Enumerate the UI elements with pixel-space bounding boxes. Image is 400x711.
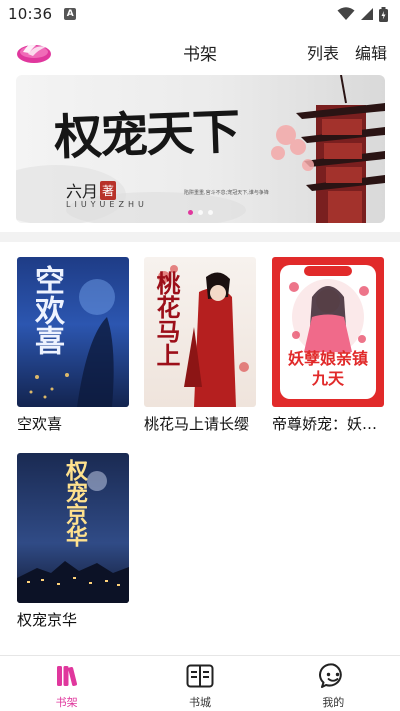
book-card[interactable]: 权宠京华 权宠京华 [17, 453, 129, 630]
status-time: 10:36 [8, 5, 53, 23]
profile-chat-icon [318, 661, 348, 691]
cover-title: 权宠京华 [62, 459, 88, 547]
status-bar: 10:36 A [0, 0, 400, 28]
book-card[interactable]: 妖孽娘亲镇九天 帝尊娇宠：妖孽娘亲镇九天 [272, 257, 384, 434]
nav-label: 我的 [322, 696, 345, 709]
book-cover[interactable]: 权宠京华 [17, 453, 129, 603]
section-divider [0, 232, 400, 242]
cover-title: 妖孽娘亲镇九天 [287, 349, 368, 388]
book-store-icon [185, 661, 215, 691]
book-card[interactable]: 桃花马上 桃花马上请长缨 [144, 257, 256, 434]
battery-icon [379, 6, 388, 22]
book-cover[interactable]: 空欢喜 [17, 257, 129, 407]
banner-author-name: 六月 [66, 182, 99, 201]
book-card[interactable]: 空欢喜 空欢喜 [17, 257, 129, 434]
page-title: 书架 [183, 45, 217, 65]
wifi-icon [337, 7, 355, 20]
list-view-button[interactable]: 列表 [307, 40, 339, 64]
banner-author: 六月 著 [66, 178, 117, 202]
app-logo-icon[interactable] [16, 36, 52, 66]
banner-dot[interactable] [188, 210, 193, 215]
banner-title: 权宠天下 [53, 103, 240, 167]
book-title[interactable]: 权宠京华 [17, 609, 129, 630]
nav-label: 书架 [55, 696, 78, 709]
banner-pinyin: LIUYUEZHU [66, 200, 148, 209]
book-title[interactable]: 帝尊娇宠：妖孽娘亲镇九天 [272, 413, 384, 434]
nav-book-store[interactable]: 书城 [133, 656, 266, 711]
app-header: 书架 列表 编辑 [0, 30, 400, 74]
banner-author-seal: 著 [100, 180, 117, 200]
nav-label: 书城 [188, 696, 211, 709]
bookshelf-icon [52, 661, 82, 691]
cover-title: 桃花马上 [152, 271, 181, 367]
status-icons [337, 6, 388, 22]
book-cover[interactable]: 妖孽娘亲镇九天 [272, 257, 384, 407]
cover-title: 空欢喜 [29, 265, 64, 355]
banner-dot[interactable] [198, 210, 203, 215]
a-notification-icon: A [64, 8, 77, 20]
promo-banner[interactable]: 权宠天下 六月 著 LIUYUEZHU 陷阱重重,宫斗不息;宠冠天下,谁与争锋 [16, 75, 385, 223]
banner-pager [16, 210, 385, 215]
book-title[interactable]: 空欢喜 [17, 413, 129, 434]
book-title[interactable]: 桃花马上请长缨 [144, 413, 256, 434]
bottom-nav: 书架 书城 我的 [0, 655, 400, 711]
banner-dot[interactable] [208, 210, 213, 215]
signal-icon [361, 8, 373, 20]
banner-caption: 陷阱重重,宫斗不息;宠冠天下,谁与争锋 [184, 190, 269, 196]
nav-profile[interactable]: 我的 [267, 656, 400, 711]
book-cover[interactable]: 桃花马上 [144, 257, 256, 407]
nav-bookshelf[interactable]: 书架 [0, 656, 133, 711]
edit-button[interactable]: 编辑 [355, 40, 387, 64]
